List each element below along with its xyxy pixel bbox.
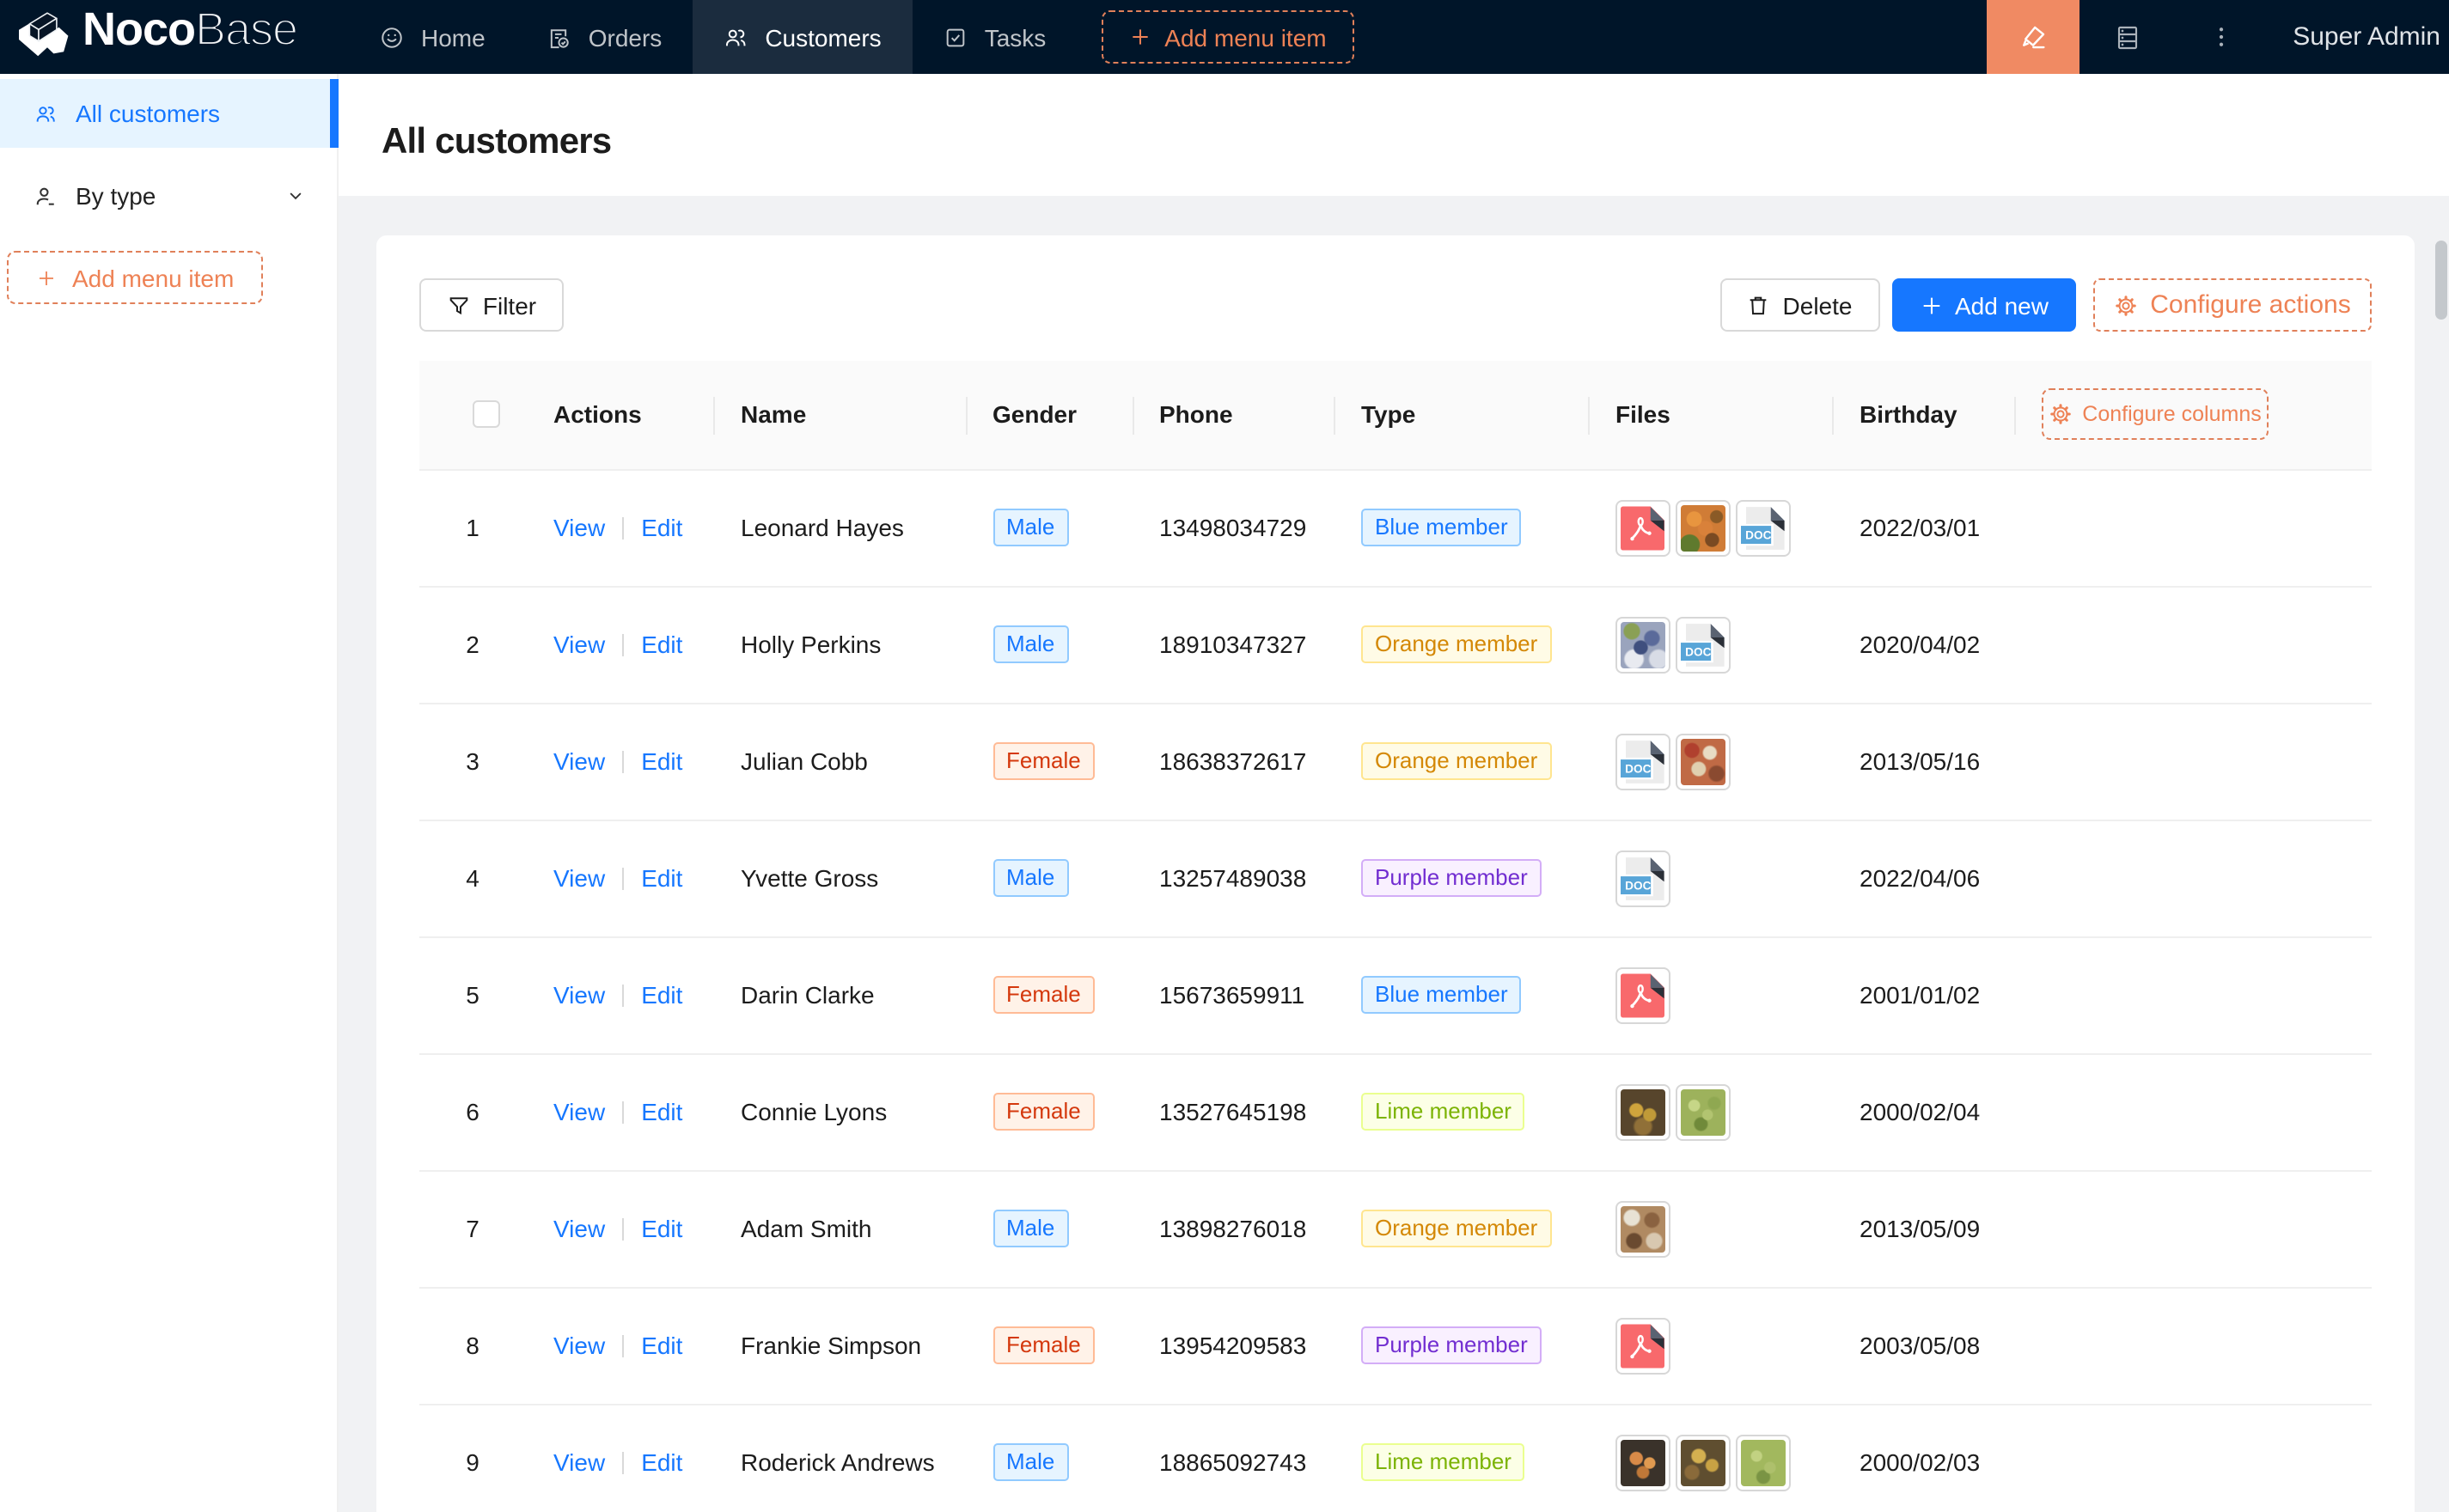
svg-text:DOC: DOC — [1625, 879, 1651, 892]
svg-text:DOC: DOC — [1625, 762, 1651, 775]
svg-text:DOC: DOC — [1745, 528, 1771, 541]
svg-text:DOC: DOC — [1685, 645, 1711, 658]
